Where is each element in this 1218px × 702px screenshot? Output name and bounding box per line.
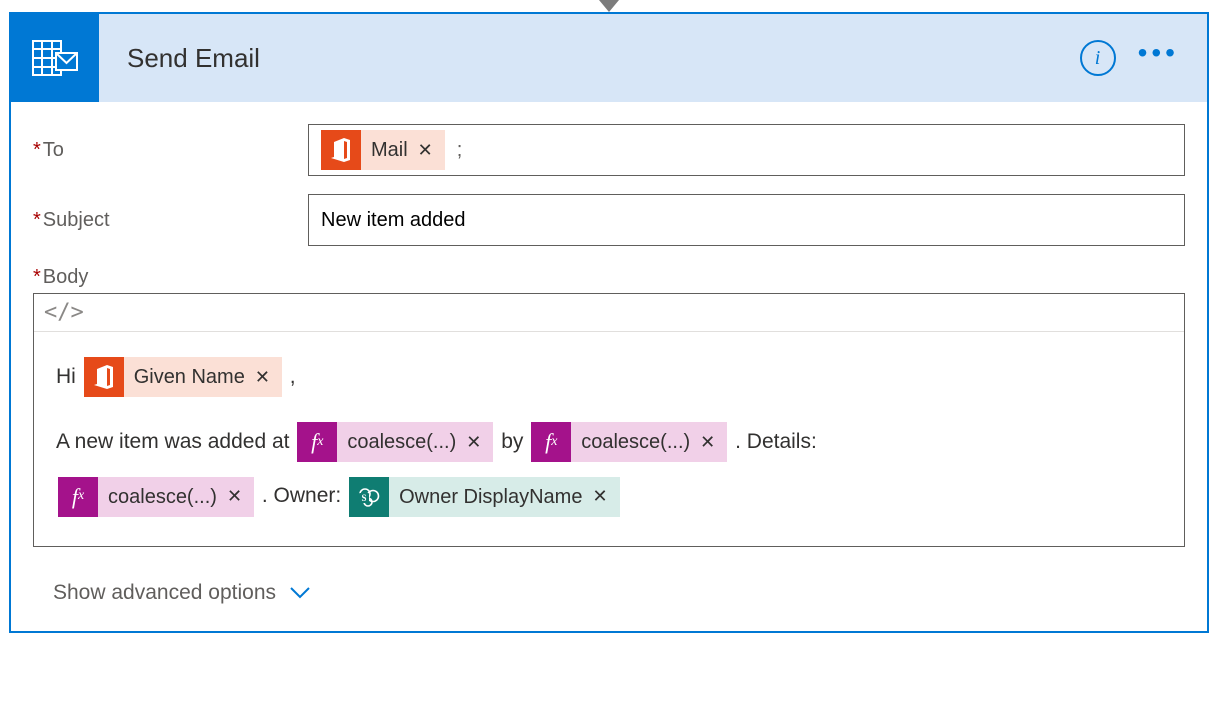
- remove-token-icon[interactable]: ✕: [225, 473, 244, 520]
- to-row: To Mail ✕ ;: [33, 124, 1185, 176]
- sharepoint-icon: S: [349, 477, 389, 517]
- body-text: ,: [290, 365, 296, 388]
- token-mail-label: Mail: [371, 139, 408, 162]
- token-owner-label: Owner DisplayName: [399, 471, 582, 523]
- body-editor: </> Hi Given Name ✕ ,: [33, 293, 1185, 547]
- remove-token-icon[interactable]: ✕: [253, 354, 272, 401]
- remove-token-icon[interactable]: ✕: [590, 473, 609, 520]
- body-text: . Owner:: [262, 484, 341, 507]
- outlook-icon: [11, 14, 99, 102]
- subject-input[interactable]: [319, 208, 1174, 233]
- body-label: Body: [33, 266, 308, 289]
- body-text: A new item was added at: [56, 430, 289, 453]
- separator: ;: [453, 139, 463, 162]
- card-body: To Mail ✕ ; Subject Body: [11, 102, 1207, 631]
- flow-arrow-in: [599, 0, 619, 12]
- token-owner-display[interactable]: S Owner DisplayName ✕: [349, 477, 619, 517]
- token-given-name-label: Given Name: [134, 351, 245, 403]
- svg-text:S: S: [362, 493, 367, 503]
- body-text: by: [501, 430, 523, 453]
- office-icon: [321, 130, 361, 170]
- subject-field[interactable]: [308, 194, 1185, 246]
- editor-toolbar: </>: [34, 294, 1184, 332]
- remove-token-icon[interactable]: ✕: [698, 419, 717, 466]
- fx-icon: fx: [297, 422, 337, 462]
- token-coalesce-2[interactable]: fx coalesce(...) ✕: [531, 422, 727, 462]
- fx-icon: fx: [58, 477, 98, 517]
- card-title: Send Email: [99, 43, 1080, 74]
- chevron-down-icon: [290, 581, 310, 605]
- token-coalesce-1[interactable]: fx coalesce(...) ✕: [297, 422, 493, 462]
- action-card: Send Email i ••• To Mail ✕ ;: [9, 12, 1209, 633]
- body-text: Hi: [56, 365, 76, 388]
- advanced-label: Show advanced options: [53, 581, 276, 605]
- token-coalesce-label: coalesce(...): [581, 416, 690, 468]
- to-label: To: [33, 139, 308, 162]
- remove-token-icon[interactable]: ✕: [464, 419, 483, 466]
- remove-token-icon[interactable]: ✕: [416, 140, 435, 161]
- more-menu-icon[interactable]: •••: [1138, 46, 1179, 70]
- header-actions: i •••: [1080, 40, 1207, 76]
- subject-row: Subject: [33, 194, 1185, 246]
- to-field[interactable]: Mail ✕ ;: [308, 124, 1185, 176]
- subject-label: Subject: [33, 209, 308, 232]
- fx-icon: fx: [531, 422, 571, 462]
- token-given-name[interactable]: Given Name ✕: [84, 357, 282, 397]
- card-header[interactable]: Send Email i •••: [11, 14, 1207, 102]
- token-mail[interactable]: Mail ✕: [321, 130, 445, 170]
- office-icon: [84, 357, 124, 397]
- token-coalesce-label: coalesce(...): [108, 471, 217, 523]
- info-icon[interactable]: i: [1080, 40, 1116, 76]
- body-text: . Details:: [735, 430, 817, 453]
- show-advanced-button[interactable]: Show advanced options: [33, 581, 310, 605]
- token-coalesce-3[interactable]: fx coalesce(...) ✕: [58, 477, 254, 517]
- editor-content[interactable]: Hi Given Name ✕ , A new item was add: [34, 332, 1184, 546]
- token-coalesce-label: coalesce(...): [347, 416, 456, 468]
- code-view-toggle[interactable]: </>: [44, 300, 84, 325]
